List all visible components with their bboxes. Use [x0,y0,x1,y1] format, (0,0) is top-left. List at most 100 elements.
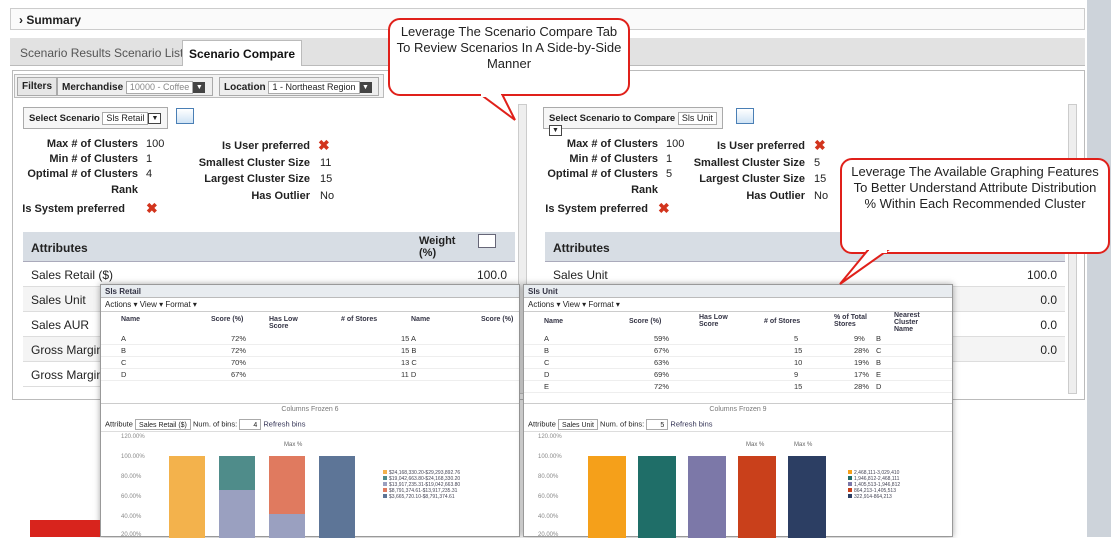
system-preferred-label: Is System preferred [22,203,125,215]
tab-scenario-list[interactable]: Scenario List [108,40,189,66]
merchandise-filter[interactable]: Merchandise 10000 - Coffee ▼ [57,77,213,96]
sls-unit-popup: Sls Unit Actions ▾ View ▾ Format ▾ Name … [523,284,953,538]
attributes-label: Attributes [31,241,88,255]
attribute-weight: 100.0 [1026,268,1057,282]
merchandise-select[interactable]: 10000 - Coffee [125,81,194,94]
callout-pointer [839,250,890,285]
smallest-cluster-value: 11 [320,157,332,169]
attribute-name: Sales Retail ($) [31,268,114,282]
chart-icon[interactable] [736,108,754,124]
x-icon: ✖ [658,200,670,216]
grid-row[interactable]: B 72% 15 B [101,346,519,357]
callout-graphing: Leverage The Available Graphing Features… [840,158,1110,254]
right-sidebar [1087,0,1111,537]
columns-frozen: Columns Frozen 9 [709,406,767,413]
smallest-cluster-value: 5 [814,157,821,169]
bar [788,456,826,538]
grid-row[interactable]: B 67% 15 28% C [524,346,952,357]
attribute-name: Sales AUR [31,318,90,332]
user-preferred-label: Is User preferred [221,140,310,152]
attributes-header: Attributes Weight (%) [23,232,515,262]
attribute-weight: 0.0 [1040,343,1057,357]
grid-row[interactable]: E 72% 15 28% D [524,382,952,393]
bar [219,456,255,490]
largest-cluster-value: 15 [320,173,333,185]
popup-toolbar[interactable]: Actions ▾ View ▾ Format ▾ [524,298,952,312]
x-icon: ✖ [814,137,826,153]
chevron-down-icon[interactable]: ▼ [359,82,372,93]
max-label: Max % [284,442,303,448]
legend-entry: 322,914-864,213 [854,494,892,500]
legend-entry: $3,665,720.10-$8,791,374.61 [389,494,455,500]
ytick: 60.00% [121,494,142,500]
x-icon: ✖ [146,200,158,216]
ytick: 100.00% [538,454,562,460]
smallest-cluster-label: Smallest Cluster Size [693,157,805,169]
tab-scenario-compare[interactable]: Scenario Compare [182,40,303,66]
max-label: Max % [794,442,813,448]
grid-row[interactable]: A 59% 5 9% B [524,334,952,345]
attribute-weight: 0.0 [1040,318,1057,332]
min-clusters-value: 1 [146,153,153,165]
attributes-label: Attributes [553,241,610,255]
grid-row[interactable]: D 67% 11 D [101,370,519,381]
col-stores: # of Stores [764,318,801,325]
histogram-right: 120.00% 100.00% 80.00% 60.00% 40.00% 20.… [538,434,900,538]
compare-select[interactable]: Sls Unit [677,112,717,125]
tab-scenario-results[interactable]: Scenario Results [14,40,117,66]
location-label: Location [224,82,266,94]
col-nearest-cluster: Nearest Cluster Name [894,312,920,333]
max-clusters-label: Max # of Clusters [566,138,658,150]
bar [269,514,305,538]
select-scenario-label: Select Scenario [29,113,100,125]
ytick: 20.00% [121,532,142,538]
select-compare-box[interactable]: Select Scenario to Compare Sls Unit ▼ [543,107,723,136]
bar [738,456,776,538]
column-menu-icon[interactable] [478,234,496,248]
optimal-clusters-value: 5 [666,168,673,180]
scenario-select[interactable]: Sls Retail [102,112,149,125]
has-outlier-value: No [814,190,829,202]
rank-label: Rank [631,184,658,196]
attribute-weight: 100.0 [476,268,507,282]
chevron-down-icon[interactable]: ▼ [148,113,162,124]
x-icon: ✖ [318,137,330,153]
red-accent-bar [30,520,100,537]
max-clusters-label: Max # of Clusters [46,138,138,150]
bar [588,456,626,538]
location-select[interactable]: 1 - Northeast Region [268,81,360,94]
chevron-down-icon[interactable]: ▼ [549,125,562,136]
location-filter[interactable]: Location 1 - Northeast Region ▼ [219,77,379,96]
callout-text: Leverage The Available Graphing Features… [851,164,1099,211]
max-clusters-value: 100 [146,138,165,150]
grid-row[interactable]: D 69% 9 17% E [524,370,952,381]
ytick: 40.00% [121,514,142,520]
col-score: Score (%) [629,318,662,325]
chart-icon[interactable] [176,108,194,124]
col-has-low-score: Has Low Score [699,314,728,328]
grid-row[interactable]: C 63% 10 19% B [524,358,952,369]
bar [169,456,205,538]
col-score-2: Score (%) [481,316,514,323]
grid-row[interactable]: A 72% 15 A [101,334,519,345]
select-scenario-box[interactable]: Select Scenario Sls Retail ▼ [23,107,168,129]
max-clusters-value: 100 [666,138,685,150]
largest-cluster-label: Largest Cluster Size [204,173,310,185]
chevron-down-icon[interactable]: ▼ [193,82,206,93]
popup-toolbar[interactable]: Actions ▾ View ▾ Format ▾ [101,298,519,312]
summary-label: Summary [26,13,82,27]
ytick: 120.00% [538,434,562,440]
popup-title: Sls Retail [101,285,519,298]
col-stores: # of Stores [341,316,378,323]
callout-scenario-compare: Leverage The Scenario Compare Tab To Rev… [388,18,630,96]
smallest-cluster-label: Smallest Cluster Size [198,157,310,169]
col-name: Name [544,318,564,325]
bar [688,456,726,538]
grid-row[interactable]: C 70% 13 C [101,358,519,369]
ytick: 80.00% [121,474,142,480]
attribute-weight: 0.0 [1040,293,1057,307]
popup-grid: Name Score (%) Has Low Score # of Stores… [101,312,519,404]
rank-label: Rank [111,184,138,196]
bar [219,490,255,538]
has-outlier-value: No [320,190,335,202]
